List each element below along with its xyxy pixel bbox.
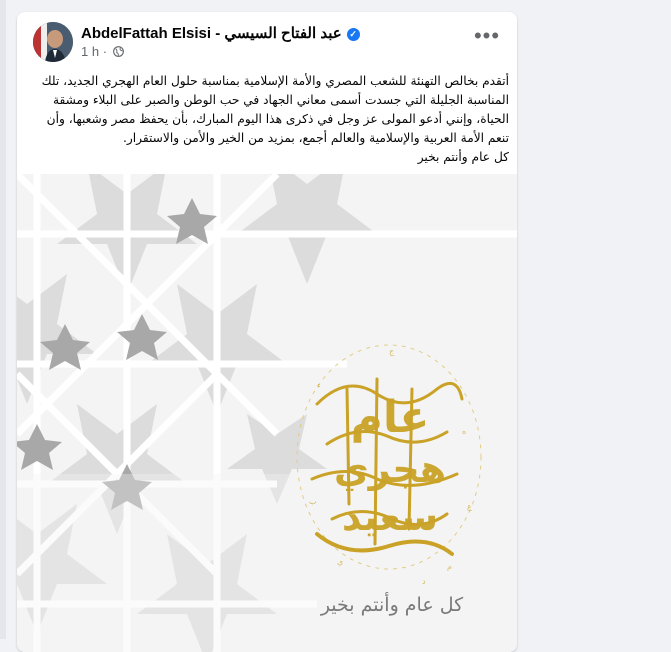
author-avatar[interactable] xyxy=(33,22,73,62)
svg-text:ج: ج xyxy=(389,347,395,356)
image-caption: كل عام وأنتم بخير xyxy=(320,594,464,616)
svg-text:ب: ب xyxy=(309,497,317,506)
svg-text:د: د xyxy=(422,577,426,586)
author-name-text[interactable]: AbdelFattah Elsisi - عبد الفتاح السيسي xyxy=(81,25,342,42)
post-image[interactable]: عام هجري سعيد ء ه ب ع ي م ج د كل عام وأنتم بخ… xyxy=(17,174,517,652)
post-meta: 1 h · xyxy=(81,44,124,59)
post-timestamp[interactable]: 1 h xyxy=(81,44,99,59)
svg-text:ع: ع xyxy=(467,502,472,511)
avatar-image xyxy=(33,22,73,62)
facebook-post: AbdelFattah Elsisi - عبد الفتاح السيسي ✓ … xyxy=(17,12,517,652)
svg-text:ء: ء xyxy=(317,381,321,390)
meta-separator: · xyxy=(102,44,108,59)
post-text: أتقدم بخالص التهنئة للشعب المصري والأمة … xyxy=(33,72,509,167)
left-panel-edge xyxy=(0,0,6,639)
svg-text:م: م xyxy=(447,562,452,571)
svg-text:هجري: هجري xyxy=(334,447,446,491)
svg-text:عام: عام xyxy=(351,392,430,443)
svg-text:ه: ه xyxy=(462,427,466,436)
author-name[interactable]: AbdelFattah Elsisi - عبد الفتاح السيسي ✓ xyxy=(81,24,360,42)
verified-badge-icon: ✓ xyxy=(346,28,360,41)
islamic-pattern-artwork: عام هجري سعيد ء ه ب ع ي م ج د xyxy=(17,174,517,652)
post-header: AbdelFattah Elsisi - عبد الفتاح السيسي ✓ … xyxy=(17,12,517,72)
post-text-greeting: كل عام وأنتم بخير xyxy=(417,150,509,164)
more-options-button[interactable]: ••• xyxy=(469,23,505,54)
svg-text:سعيد: سعيد xyxy=(342,495,438,539)
post-text-paragraph: أتقدم بخالص التهنئة للشعب المصري والأمة … xyxy=(41,74,509,145)
more-options-icon: ••• xyxy=(473,23,501,48)
svg-text:ي: ي xyxy=(337,557,343,566)
globe-icon[interactable] xyxy=(112,46,124,57)
